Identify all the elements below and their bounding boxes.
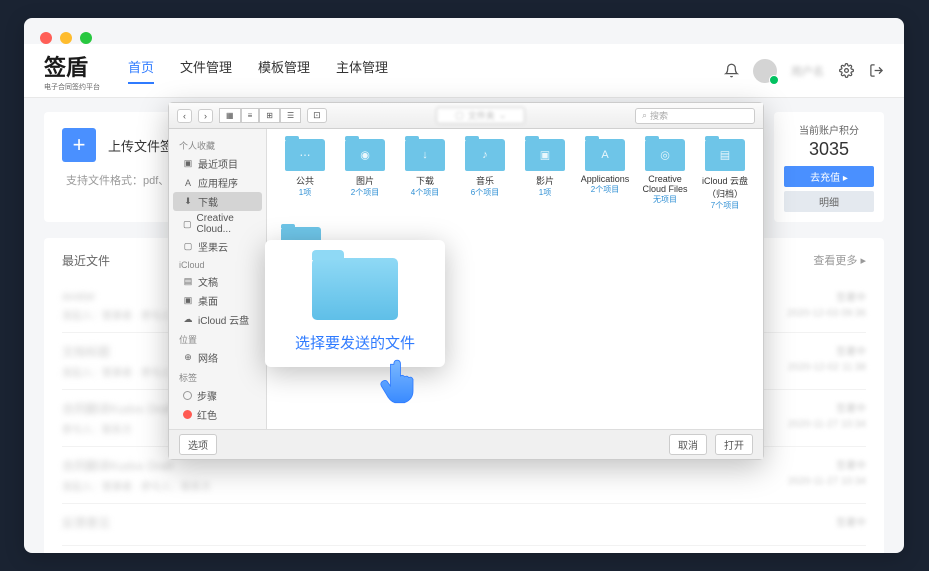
nav-entities[interactable]: 主体管理 bbox=[336, 57, 388, 84]
callout-text: 选择要发送的文件 bbox=[277, 332, 433, 353]
sidebar-item[interactable]: ☁iCloud 云盘 bbox=[169, 310, 266, 329]
user-name: 用户名 bbox=[791, 63, 824, 79]
sidebar-favorites-header: 个人收藏 bbox=[169, 135, 266, 154]
logout-icon[interactable] bbox=[868, 63, 884, 79]
avatar[interactable] bbox=[753, 59, 777, 83]
sidebar-item[interactable]: ⊕网络 bbox=[169, 348, 266, 367]
search-icon: ⌕ bbox=[642, 110, 647, 121]
folder-item[interactable]: AApplications2个项目 bbox=[579, 139, 631, 211]
logo: 签盾 电子合同签约平台 bbox=[44, 50, 100, 92]
options-button[interactable]: 选项 bbox=[179, 434, 217, 455]
sidebar-item[interactable]: ▢Creative Cloud... bbox=[169, 211, 266, 237]
gear-icon[interactable] bbox=[838, 63, 854, 79]
maximize-window-button[interactable] bbox=[80, 32, 92, 44]
folder-item[interactable]: ↓下载4个项目 bbox=[399, 139, 451, 211]
view-more-link[interactable]: 查看更多 ▸ bbox=[813, 252, 866, 269]
header-right: 用户名 bbox=[723, 59, 884, 83]
back-button[interactable]: ‹ bbox=[177, 109, 192, 123]
logo-text: 签盾 bbox=[44, 50, 98, 82]
logo-sub: 电子合同签约平台 bbox=[44, 82, 100, 92]
points-value: 3035 bbox=[784, 139, 874, 160]
cancel-button[interactable]: 取消 bbox=[669, 434, 707, 455]
online-badge bbox=[769, 75, 779, 85]
path-control[interactable]: ▢文件夹⌄ bbox=[333, 107, 629, 124]
nav-home[interactable]: 首页 bbox=[128, 57, 154, 84]
sidebar-item[interactable]: ▢坚果云 bbox=[169, 237, 266, 256]
tag-item[interactable]: 红色 bbox=[169, 405, 266, 424]
folder-item[interactable]: ⋯公共1项 bbox=[279, 139, 331, 211]
sidebar-tags-header: 标签 bbox=[169, 367, 266, 386]
sidebar-item[interactable]: ▣最近项目 bbox=[169, 154, 266, 173]
sidebar-icloud-header: iCloud bbox=[169, 256, 266, 272]
finder-sidebar: 个人收藏 ▣最近项目A应用程序⬇下载▢Creative Cloud...▢坚果云… bbox=[169, 129, 267, 429]
recent-heading: 最近文件 bbox=[62, 252, 110, 269]
sidebar-item[interactable]: ▣桌面 bbox=[169, 291, 266, 310]
open-button[interactable]: 打开 bbox=[715, 434, 753, 455]
main-nav: 首页 文件管理 模板管理 主体管理 bbox=[128, 57, 388, 84]
view-switcher[interactable]: ▦≡⊞☰ bbox=[219, 108, 301, 123]
sidebar-item[interactable]: ▤文稿 bbox=[169, 272, 266, 291]
folder-icon bbox=[312, 258, 398, 320]
folder-item[interactable]: ◉图片2个项目 bbox=[339, 139, 391, 211]
folder-item[interactable]: ▣影片1项 bbox=[519, 139, 571, 211]
points-box: 当前账户积分 3035 去充值 ▸ 明细 bbox=[774, 112, 884, 222]
close-window-button[interactable] bbox=[40, 32, 52, 44]
recharge-button[interactable]: 去充值 ▸ bbox=[784, 166, 874, 187]
points-label: 当前账户积分 bbox=[784, 122, 874, 137]
file-row[interactable]: 反馈意见签署中 bbox=[62, 504, 866, 546]
finder-search[interactable]: ⌕搜索 bbox=[635, 108, 755, 124]
minimize-window-button[interactable] bbox=[60, 32, 72, 44]
forward-button[interactable]: › bbox=[198, 109, 213, 123]
upload-button[interactable]: + bbox=[62, 128, 96, 162]
finder-footer: 选项 取消 打开 bbox=[169, 429, 763, 459]
sidebar-locations-header: 位置 bbox=[169, 329, 266, 348]
group-button[interactable]: ⊡ bbox=[307, 108, 327, 123]
instruction-callout: 选择要发送的文件 bbox=[265, 240, 445, 367]
details-button[interactable]: 明细 bbox=[784, 191, 874, 212]
finder-body: 个人收藏 ▣最近项目A应用程序⬇下载▢Creative Cloud...▢坚果云… bbox=[169, 129, 763, 429]
bell-icon[interactable] bbox=[723, 63, 739, 79]
finder-toolbar: ‹ › ▦≡⊞☰ ⊡ ▢文件夹⌄ ⌕搜索 bbox=[169, 103, 763, 129]
folder-item[interactable]: ◎Creative Cloud Files无项目 bbox=[639, 139, 691, 211]
sidebar-item[interactable]: ⬇下载 bbox=[173, 192, 262, 211]
nav-templates[interactable]: 模板管理 bbox=[258, 57, 310, 84]
traffic-lights bbox=[40, 32, 92, 44]
tag-item[interactable]: 步骤 bbox=[169, 386, 266, 405]
file-picker-dialog: ‹ › ▦≡⊞☰ ⊡ ▢文件夹⌄ ⌕搜索 个人收藏 ▣最近项目A应用程序⬇下载▢… bbox=[168, 102, 764, 460]
folder-item[interactable]: ▤iCloud 云盘（归档）7个项目 bbox=[699, 139, 751, 211]
sidebar-item[interactable]: A应用程序 bbox=[169, 173, 266, 192]
app-header: 签盾 电子合同签约平台 首页 文件管理 模板管理 主体管理 用户名 bbox=[24, 44, 904, 98]
folder-item[interactable]: ♪音乐6个项目 bbox=[459, 139, 511, 211]
nav-files[interactable]: 文件管理 bbox=[180, 57, 232, 84]
